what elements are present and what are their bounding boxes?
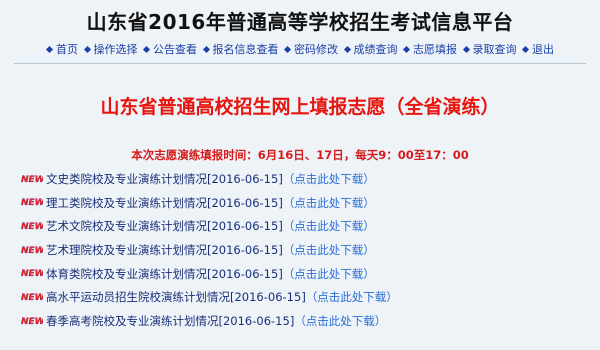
download-item: NEW 文史类院校及专业演练计划情况[2016-06-15]（点击此处下载） [20, 169, 580, 193]
download-item: NEW 体育类院校及专业演练计划情况[2016-06-15]（点击此处下载） [20, 264, 580, 288]
nav-bullet-icon [402, 45, 411, 54]
download-item: NEW 高水平运动员招生院校演练计划情况[2016-06-15]（点击此处下载） [20, 287, 580, 311]
header-divider [14, 63, 586, 64]
nav-bullet-icon [202, 45, 210, 54]
download-link[interactable]: （点击此处下载） [283, 267, 375, 281]
download-item-title: 理工类院校及专业演练计划情况[2016-06-15] [46, 195, 283, 210]
nav-item-announcements[interactable]: 公告查看 [153, 43, 197, 56]
nav-item-home[interactable]: 首页 [56, 43, 78, 56]
download-item-title: 艺术文院校及专业演练计划情况[2016-06-15] [46, 219, 283, 234]
nav-bullet-icon [462, 45, 470, 54]
download-link[interactable]: （点击此处下载） [283, 243, 375, 257]
nav-bullet-icon [283, 45, 292, 54]
download-item-title: 高水平运动员招生院校演练计划情况[2016-06-15] [46, 290, 306, 305]
new-badge-icon: NEW [21, 293, 43, 303]
page-heading: 山东省普通高校招生网上填报志愿（全省演练） [100, 96, 500, 118]
svg-text:NEW: NEW [21, 246, 43, 256]
nav-item-operation-select[interactable]: 操作选择 [94, 43, 138, 56]
download-item: NEW 理工类院校及专业演练计划情况[2016-06-15]（点击此处下载） [20, 193, 580, 217]
svg-text:NEW: NEW [21, 317, 43, 327]
nav-bullet-icon [45, 45, 54, 54]
nav-bullet-icon [83, 45, 91, 54]
svg-text:NEW: NEW [21, 269, 43, 279]
new-badge-icon: NEW [21, 174, 43, 185]
new-badge-icon: NEW [21, 222, 43, 232]
new-badge-icon: NEW [21, 269, 43, 279]
page-header: 山东省2016年普通高等学校招生考试信息平台 首页 操作选择 公告查看 报名信息… [0, 0, 600, 62]
download-link[interactable]: （点击此处下载） [283, 196, 375, 210]
svg-text:NEW: NEW [21, 293, 43, 303]
download-link[interactable]: （点击此处下载） [283, 219, 375, 233]
svg-text:NEW: NEW [21, 198, 43, 208]
download-link[interactable]: （点击此处下载） [306, 290, 398, 304]
download-item: NEW 艺术文院校及专业演练计划情况[2016-06-15]（点击此处下载） [20, 216, 580, 240]
top-nav: 首页 操作选择 公告查看 报名信息查看 密码修改 成绩查询 志愿填报 录取查询 … [0, 41, 600, 57]
svg-text:NEW: NEW [21, 222, 43, 232]
nav-item-password-change[interactable]: 密码修改 [294, 43, 338, 56]
schedule-notice: 本次志愿演练填报时间：6月16日、17日，每天9：00至17：00 [131, 148, 469, 162]
new-badge-icon: NEW [21, 245, 43, 256]
nav-item-score-query[interactable]: 成绩查询 [354, 43, 398, 56]
download-item-title: 文史类院校及专业演练计划情况[2016-06-15] [46, 172, 283, 186]
nav-item-application-fill[interactable]: 志愿填报 [413, 43, 457, 56]
download-item-title: 艺术理院校及专业演练计划情况[2016-06-15] [46, 243, 283, 258]
nav-item-logout[interactable]: 退出 [532, 43, 554, 56]
nav-bullet-icon [343, 45, 351, 54]
download-item: NEW 春季高考院校及专业演练计划情况[2016-06-15]（点击此处下载） [20, 311, 580, 335]
nav-bullet-icon [521, 45, 530, 54]
download-link[interactable]: （点击此处下载） [283, 172, 375, 186]
nav-bullet-icon [142, 45, 151, 54]
nav-item-registration-info[interactable]: 报名信息查看 [213, 43, 279, 56]
download-item-title: 体育类院校及专业演练计划情况[2016-06-15] [46, 266, 283, 281]
nav-item-admission-query[interactable]: 录取查询 [473, 43, 517, 56]
download-item: NEW 艺术理院校及专业演练计划情况[2016-06-15]（点击此处下载） [20, 240, 580, 264]
new-badge-icon: NEW [21, 316, 43, 327]
download-list: NEW 文史类院校及专业演练计划情况[2016-06-15]（点击此处下载） N… [20, 169, 580, 335]
download-item-title: 春季高考院校及专业演练计划情况[2016-06-15] [46, 314, 295, 329]
svg-text:NEW: NEW [21, 175, 43, 185]
new-badge-icon: NEW [21, 198, 43, 208]
site-title: 山东省2016年普通高等学校招生考试信息平台 [86, 10, 514, 34]
download-link[interactable]: （点击此处下载） [294, 314, 386, 328]
